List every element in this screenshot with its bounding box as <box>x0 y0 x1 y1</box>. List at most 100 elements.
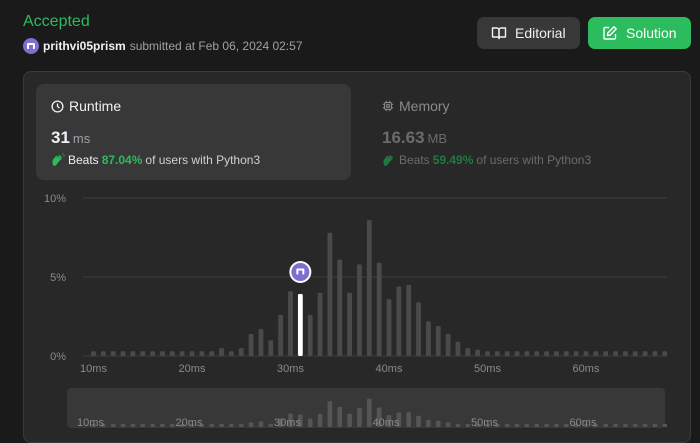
mini-bar <box>317 413 323 427</box>
chart-bar <box>613 351 618 356</box>
chart-bar <box>347 292 352 356</box>
mini-bar <box>632 424 638 427</box>
chart-bar <box>662 351 668 356</box>
mini-bar <box>229 424 234 427</box>
chart-bar <box>169 351 175 356</box>
x-tick-label: 20ms <box>179 363 206 375</box>
mini-bar <box>465 424 471 427</box>
chart-bar <box>386 299 392 356</box>
chart-bar <box>623 351 628 356</box>
mini-bar <box>170 424 175 427</box>
chart-bar <box>534 351 540 356</box>
mini-bar <box>445 422 451 427</box>
mini-bar <box>110 424 116 427</box>
mini-bar <box>435 420 441 427</box>
mini-bar <box>209 424 214 427</box>
mini-bar <box>623 424 628 427</box>
chart-bar <box>110 351 116 356</box>
chart-bar <box>317 292 323 356</box>
mini-bar <box>603 424 608 427</box>
chart-bar <box>573 351 579 356</box>
mini-bar <box>130 424 136 427</box>
mini-bar <box>544 424 549 427</box>
mini-bar <box>238 424 244 427</box>
mini-x-tick-label: 50ms <box>471 417 498 429</box>
chart-bar <box>199 351 205 356</box>
chart-bar <box>632 351 638 356</box>
x-tick-label: 40ms <box>376 363 403 375</box>
chart-bar <box>209 351 215 356</box>
mini-bar <box>564 424 569 427</box>
chart-bar <box>327 232 333 356</box>
chart-bar <box>179 351 185 356</box>
chart-bar <box>140 351 146 356</box>
x-tick-label: 30ms <box>277 363 304 375</box>
chart-bar <box>593 351 599 356</box>
mini-bar <box>426 419 431 427</box>
mini-bar <box>160 424 165 427</box>
chart-bar <box>514 351 520 356</box>
mini-bar <box>455 424 461 427</box>
mini-bar <box>554 424 559 427</box>
x-tick-label: 50ms <box>474 363 501 375</box>
mini-bar <box>662 424 668 427</box>
mini-bar <box>367 398 372 427</box>
mini-bar <box>406 412 411 427</box>
mini-bar <box>534 424 540 427</box>
mini-bar <box>219 424 224 427</box>
mini-bar <box>504 424 510 427</box>
chart-bar <box>100 351 106 356</box>
chart-bar <box>258 329 264 356</box>
chart-bar <box>91 351 96 356</box>
chart-bar <box>278 314 284 356</box>
chart-bar <box>238 348 244 356</box>
chart-bar <box>268 340 274 356</box>
mini-bar <box>327 401 333 427</box>
chart-bar <box>307 314 313 356</box>
mini-bar <box>613 424 618 427</box>
chart-bar <box>229 351 234 356</box>
chart-bar <box>150 351 155 356</box>
chart-bar <box>642 351 648 356</box>
mini-bar <box>652 424 658 427</box>
chart-bar <box>583 351 589 356</box>
chart-bar <box>288 291 293 356</box>
chart-bar <box>435 325 441 356</box>
mini-x-tick-label: 40ms <box>373 417 400 429</box>
mini-bar <box>514 424 520 427</box>
chart-bar <box>366 220 372 356</box>
mini-x-tick-label: 20ms <box>176 417 203 429</box>
chart-bar <box>603 351 609 356</box>
chart-bar <box>652 351 658 356</box>
mini-bar <box>337 406 343 427</box>
chart-bar <box>219 348 224 356</box>
chart-bar <box>376 262 382 356</box>
chart-bar <box>396 286 402 356</box>
mini-x-tick-label: 60ms <box>570 417 597 429</box>
chart-bar <box>337 259 343 356</box>
mini-bar <box>120 424 126 427</box>
chart-bar <box>554 351 559 356</box>
x-tick-label: 10ms <box>80 363 107 375</box>
chart-bar <box>504 351 510 356</box>
mini-bar <box>150 424 155 427</box>
chart-bar <box>120 351 126 356</box>
mini-x-tick-label: 30ms <box>274 417 301 429</box>
chart-bar <box>357 264 362 356</box>
chart-bar <box>455 341 461 356</box>
chart-bar <box>475 349 481 356</box>
runtime-distribution-chart: 10% 5% 0% 10ms 20ms 30ms 40ms 50ms 60ms 10ms 20ms 3… <box>44 193 668 429</box>
marker-glyph-cut <box>298 270 303 275</box>
mini-bar <box>524 424 530 427</box>
chart-bar <box>248 333 254 356</box>
highlight-bar <box>297 294 303 356</box>
x-tick-label: 60ms <box>573 363 600 375</box>
mini-bar <box>248 422 254 427</box>
chart-bar <box>426 321 431 356</box>
chart-bar <box>160 351 165 356</box>
chart-bar <box>406 284 412 356</box>
chart-bar <box>189 351 195 356</box>
chart-bar <box>445 333 451 356</box>
chart-bar <box>416 302 421 356</box>
mini-x-tick-label: 10ms <box>77 417 104 429</box>
